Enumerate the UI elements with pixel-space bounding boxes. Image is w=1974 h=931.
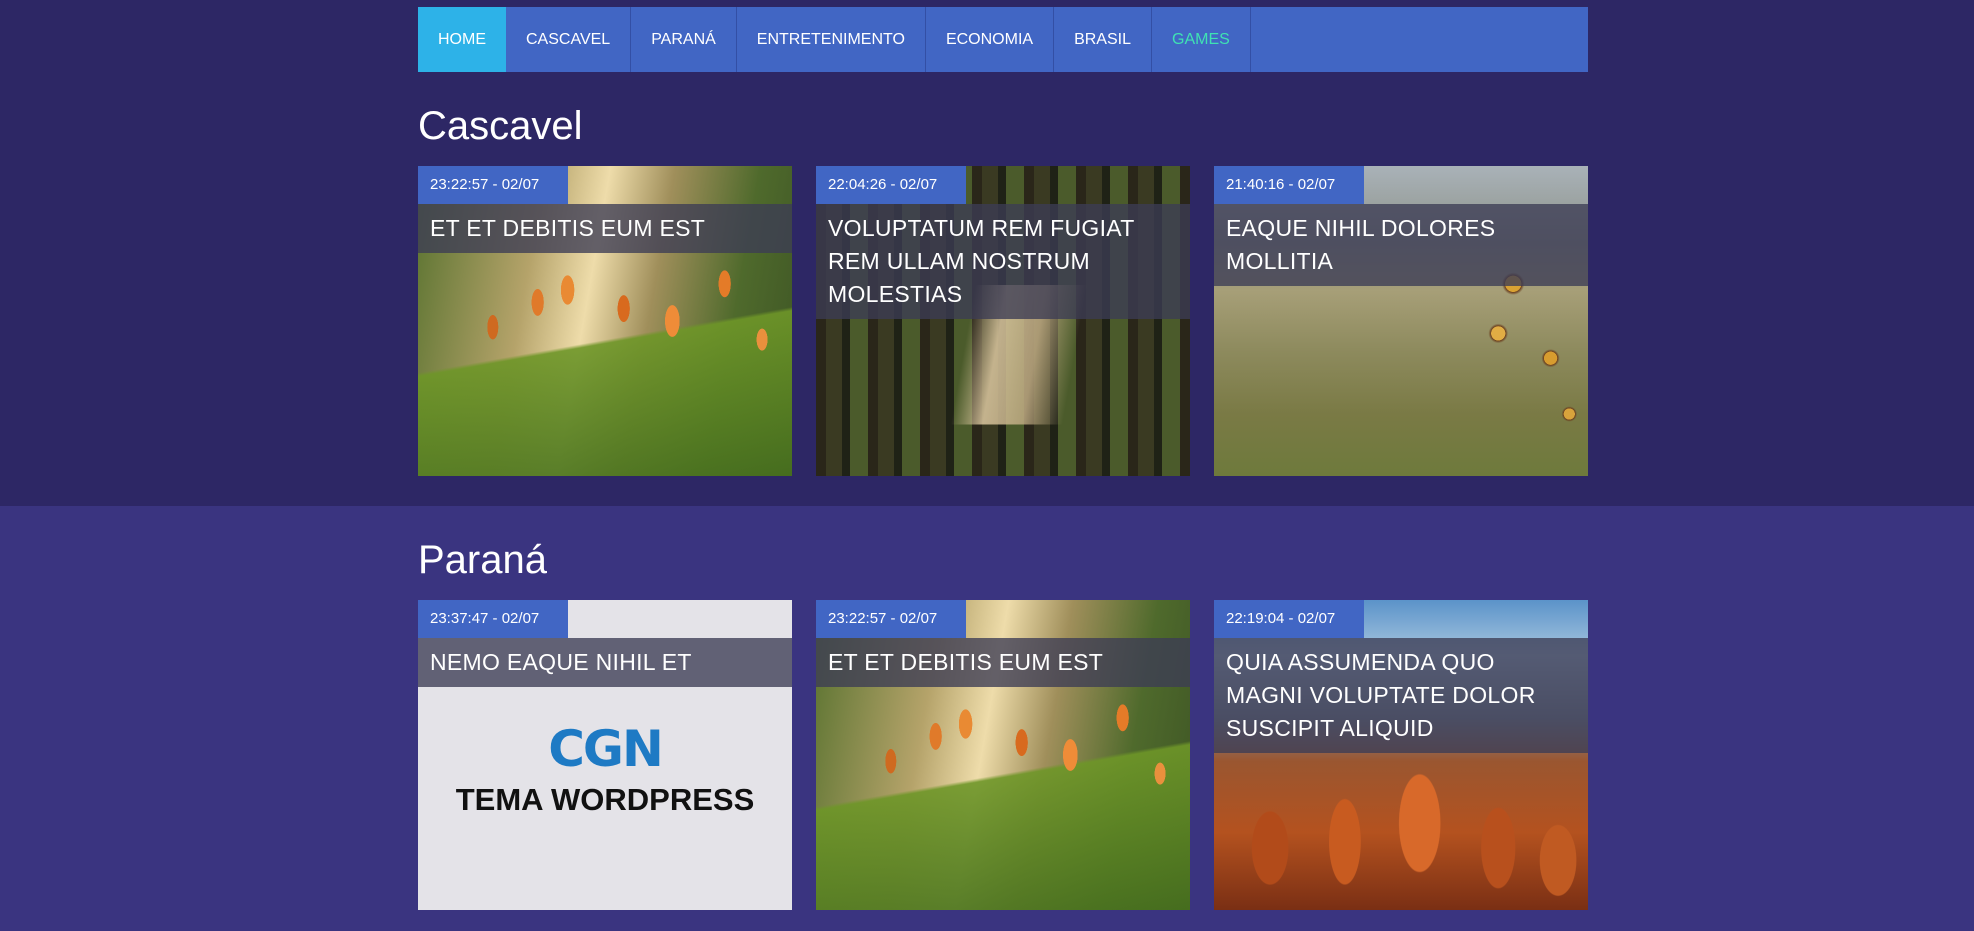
section-title-parana[interactable]: Paraná — [418, 540, 547, 580]
news-headline[interactable]: Et et debitis eum est — [816, 638, 1190, 687]
nav-item-games[interactable]: Games — [1152, 7, 1251, 72]
main-navigation: Home Cascavel Paraná Entretenimento Econ… — [418, 7, 1588, 72]
nav-item-entretenimento[interactable]: Entretenimento — [737, 7, 926, 72]
timestamp-badge: 21:40:16 - 02/07 — [1214, 166, 1364, 204]
timestamp-badge: 22:19:04 - 02/07 — [1214, 600, 1364, 638]
news-card[interactable]: 23:22:57 - 02/07 Et et debitis eum est — [816, 600, 1190, 910]
nav-item-cascavel[interactable]: Cascavel — [506, 7, 632, 72]
timestamp-badge: 23:22:57 - 02/07 — [418, 166, 568, 204]
timestamp-badge: 23:37:47 - 02/07 — [418, 600, 568, 638]
cgn-logo: CGN — [548, 720, 664, 778]
news-headline[interactable]: Nemo eaque nihil et — [418, 638, 792, 687]
news-card[interactable]: CGN TEMA WORDPRESS 23:37:47 - 02/07 Nemo… — [418, 600, 792, 910]
cascavel-news-grid: 23:22:57 - 02/07 Et et debitis eum est 2… — [418, 166, 1588, 476]
news-card[interactable]: 22:19:04 - 02/07 Quia assumenda quo magn… — [1214, 600, 1588, 910]
nav-item-parana[interactable]: Paraná — [631, 7, 737, 72]
cgn-tagline: TEMA WORDPRESS — [455, 782, 755, 817]
news-headline[interactable]: Voluptatum rem fugiat rem ullam nostrum … — [816, 204, 1190, 319]
news-headline[interactable]: Quia assumenda quo magni voluptate dolor… — [1214, 638, 1588, 753]
parana-news-grid: CGN TEMA WORDPRESS 23:37:47 - 02/07 Nemo… — [418, 600, 1588, 910]
news-card[interactable]: 23:22:57 - 02/07 Et et debitis eum est — [418, 166, 792, 476]
news-headline[interactable]: Eaque nihil dolores mollitia — [1214, 204, 1588, 286]
news-card[interactable]: 21:40:16 - 02/07 Eaque nihil dolores mol… — [1214, 166, 1588, 476]
nav-item-home[interactable]: Home — [418, 7, 506, 72]
nav-item-economia[interactable]: Economia — [926, 7, 1055, 72]
timestamp-badge: 22:04:26 - 02/07 — [816, 166, 966, 204]
timestamp-badge: 23:22:57 - 02/07 — [816, 600, 966, 638]
section-title-cascavel[interactable]: Cascavel — [418, 106, 583, 146]
nav-item-brasil[interactable]: Brasil — [1054, 7, 1152, 72]
news-headline[interactable]: Et et debitis eum est — [418, 204, 792, 253]
news-card[interactable]: 22:04:26 - 02/07 Voluptatum rem fugiat r… — [816, 166, 1190, 476]
